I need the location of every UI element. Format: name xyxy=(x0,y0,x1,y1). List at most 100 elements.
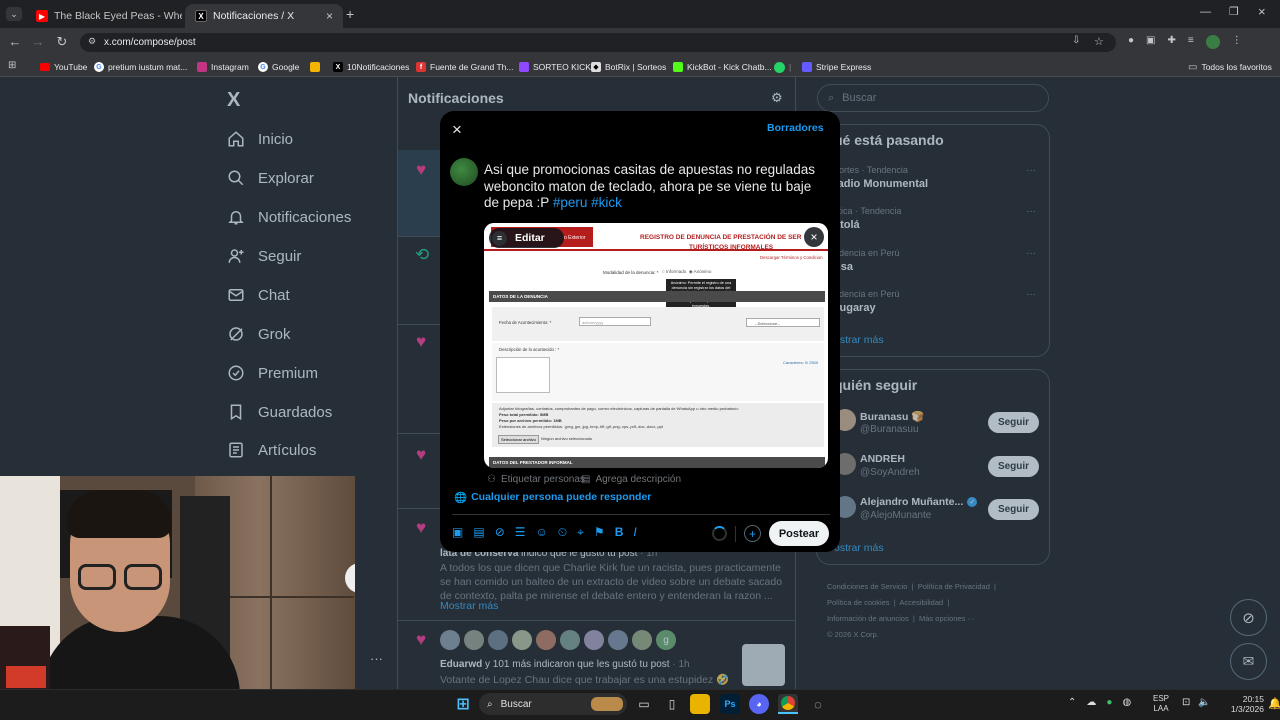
install-icon[interactable]: ⇩ xyxy=(1072,35,1080,46)
tab-title: The Black Eyed Peas - Whe xyxy=(54,10,182,22)
form-terms-link: Descargar Términos y Condicion xyxy=(760,255,823,260)
cam-glasses-left xyxy=(78,564,116,590)
gif-icon[interactable]: ▤ xyxy=(473,525,484,540)
youtube-icon xyxy=(40,63,50,71)
extension-icon[interactable]: ● xyxy=(1128,35,1134,49)
description-icon: ▤ xyxy=(581,474,591,485)
google-icon: G xyxy=(258,62,268,72)
reload-icon[interactable]: ↻ xyxy=(53,34,71,50)
clock-time: 20:15 xyxy=(1242,694,1264,704)
edit-media-button[interactable]: ≡ Editar xyxy=(489,228,564,248)
windows-start-icon[interactable]: ⊞ xyxy=(453,694,473,714)
site-settings-icon[interactable]: ⚙ xyxy=(88,36,96,47)
app-icon[interactable]: ◌ xyxy=(808,694,828,714)
bookmark-extension[interactable] xyxy=(310,59,320,75)
tab-youtube[interactable]: ▶ The Black Eyed Peas - Whe 🔊 × xyxy=(26,4,182,28)
schedule-icon[interactable]: ⏲ xyxy=(558,525,567,540)
tray-app-icon[interactable]: ☁ xyxy=(1086,697,1096,708)
photoshop-icon[interactable]: Ps xyxy=(720,694,740,714)
grok-icon[interactable]: ⊘ xyxy=(495,525,505,540)
apps-grid-icon[interactable]: ⊞ xyxy=(8,60,16,71)
close-icon[interactable]: × xyxy=(452,120,462,140)
remove-media-icon[interactable]: × xyxy=(804,227,824,247)
bookmark-kickbot[interactable]: KickBot - Kick Chatb... xyxy=(673,59,772,75)
form-left-label: o Exterior xyxy=(564,235,586,241)
botrix-icon: ◆ xyxy=(591,62,601,72)
tab-title: Notificaciones / X xyxy=(213,10,295,22)
bookmark-instagram[interactable]: Instagram xyxy=(197,59,249,75)
quick-settings[interactable]: ⊡ 🔈 xyxy=(1182,697,1211,708)
bookmark-stripe[interactable]: Stripe Express xyxy=(802,59,871,75)
bookmark-label: Instagram xyxy=(211,62,249,72)
chrome-icon[interactable] xyxy=(778,694,798,714)
italic-icon[interactable]: I xyxy=(633,525,636,540)
clock[interactable]: 20:15 1/3/2026 xyxy=(1222,694,1264,714)
menu-dots-icon[interactable]: ⋮ xyxy=(1232,35,1242,49)
avatar[interactable] xyxy=(450,158,478,186)
language-indicator[interactable]: ESP LAA xyxy=(1153,694,1169,714)
puzzle-icon[interactable]: ✚ xyxy=(1168,35,1176,49)
tray-app-icon[interactable]: ◍ xyxy=(1122,697,1131,708)
new-tab-icon[interactable]: + xyxy=(346,6,354,22)
compose-textarea[interactable]: Asi que promocionas casitas de apuestas … xyxy=(484,162,826,212)
close-icon[interactable]: × xyxy=(326,9,333,23)
extension-icon[interactable]: ▣ xyxy=(1146,35,1155,49)
sorteo-icon xyxy=(519,62,529,72)
bookmark-youtube[interactable]: YouTube xyxy=(40,59,87,75)
add-description-button[interactable]: ▤ Agrega descripción xyxy=(581,474,681,485)
font-icon: f xyxy=(416,62,426,72)
separator: | xyxy=(789,62,792,72)
edit-label: Editar xyxy=(515,232,545,244)
post-button[interactable]: Postear xyxy=(769,521,829,546)
tray-app-icon[interactable]: ● xyxy=(1106,697,1112,708)
tray-chevron-icon[interactable]: ⌃ xyxy=(1068,697,1076,708)
url-bar[interactable]: ⚙ x.com/compose/post ⇩ ☆ xyxy=(80,33,1116,52)
forward-icon[interactable]: → xyxy=(29,34,47,49)
window-close-icon[interactable]: × xyxy=(1258,4,1266,19)
bookmark-10notificaciones[interactable]: X 10Notificaciones xyxy=(333,59,409,75)
media-icon[interactable]: ≡ xyxy=(1188,35,1194,49)
compose-text: Asi que promocionas casitas de apuestas … xyxy=(484,162,815,210)
tab-notificaciones[interactable]: X Notificaciones / X × xyxy=(185,4,343,28)
flag-icon[interactable]: ⚑ xyxy=(594,525,605,540)
bookmark-sorteo-kick[interactable]: SORTEO KICK xyxy=(519,59,591,75)
bookmark-gta[interactable]: f Fuente de Grand Th... xyxy=(416,59,513,75)
bookmark-label: BotRix | Sorteos xyxy=(605,62,667,72)
attached-image[interactable]: o Exterior REGISTRO DE DENUNCIA DE PREST… xyxy=(484,223,828,468)
compose-toolbar: ▣ ▤ ⊘ ☰ ☺ ⏲ ⌖ ⚑ B I xyxy=(452,525,637,540)
app-icon[interactable]: ▯ xyxy=(662,694,682,714)
emoji-icon[interactable]: ☺ xyxy=(536,525,548,540)
reply-setting-label: Cualquier persona puede responder xyxy=(471,491,652,503)
bookmark-whatsapp[interactable]: | xyxy=(774,59,791,75)
tag-people-button[interactable]: ⚇ Etiquetar personas xyxy=(487,474,585,485)
form-descripcion-label: Descripción de lo acontecido : * xyxy=(499,347,560,352)
form-title-line1: REGISTRO DE DENUNCIA DE PRESTACIÓN DE SE… xyxy=(640,234,802,241)
hashtag[interactable]: #kick xyxy=(591,195,622,210)
form-section-title: DATOS DE LA DENUNCIA xyxy=(493,294,548,299)
back-icon[interactable]: ← xyxy=(6,34,24,49)
bookmark-pretium[interactable]: Gpretium iustum mat... xyxy=(94,59,187,75)
bookmark-label: pretium iustum mat... xyxy=(108,62,188,72)
file-explorer-icon[interactable] xyxy=(690,694,710,714)
task-view-icon[interactable]: ▭ xyxy=(634,694,654,714)
chrome-logo-icon xyxy=(781,696,795,710)
taskbar-search[interactable]: ⌕ Buscar xyxy=(479,693,627,715)
bold-icon[interactable]: B xyxy=(615,525,624,540)
discord-icon[interactable]: ◕ xyxy=(749,694,769,714)
poll-icon[interactable]: ☰ xyxy=(515,525,526,540)
media-icon[interactable]: ▣ xyxy=(452,525,463,540)
all-bookmarks[interactable]: ▭ Todos los favoritos xyxy=(1188,59,1272,75)
notification-bell-icon[interactable]: 🔔 xyxy=(1268,697,1280,710)
hashtag[interactable]: #peru xyxy=(553,195,588,210)
tab-search-button[interactable]: ⌄ xyxy=(6,7,22,21)
drafts-link[interactable]: Borradores xyxy=(767,122,824,134)
minimize-icon[interactable]: — xyxy=(1200,6,1211,18)
bookmark-star-icon[interactable]: ☆ xyxy=(1094,35,1104,48)
location-icon[interactable]: ⌖ xyxy=(577,525,584,540)
add-thread-icon[interactable]: + xyxy=(744,525,761,542)
restore-icon[interactable]: ❐ xyxy=(1229,5,1239,18)
reply-setting-button[interactable]: 🌐 Cualquier persona puede responder xyxy=(454,491,651,504)
bookmark-google[interactable]: G Google xyxy=(258,59,299,75)
profile-avatar[interactable] xyxy=(1205,35,1220,49)
bookmark-botrix[interactable]: ◆ BotRix | Sorteos xyxy=(591,59,666,75)
